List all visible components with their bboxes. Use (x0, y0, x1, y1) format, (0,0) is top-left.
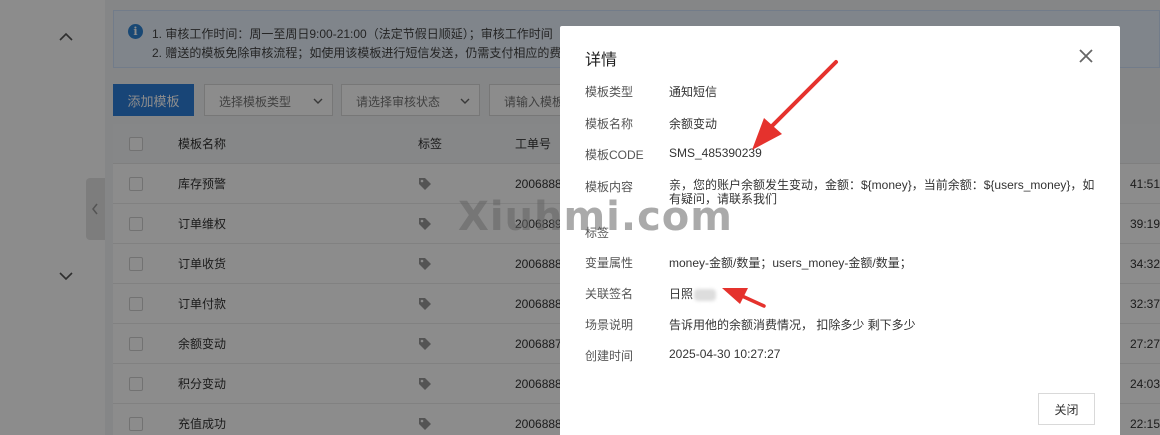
code-value: SMS_485390239 (669, 146, 762, 160)
content-value: 亲，您的账户余额发生变动，金额：${money}，当前余额：${users_mo… (669, 178, 1095, 206)
signature-text: 日照 (669, 287, 694, 301)
signature-value: 日照 (669, 285, 717, 302)
signature-label: 关联签名 (585, 287, 634, 301)
watermark: Xiuhmi.com (458, 194, 733, 240)
name-value: 余额变动 (669, 117, 718, 131)
type-label: 模板类型 (585, 85, 634, 99)
close-button[interactable]: 关闭 (1038, 393, 1095, 425)
created-label: 创建时间 (585, 349, 634, 363)
blurred-redaction (694, 288, 717, 301)
variables-value: money-金额/数量；users_money-金额/数量； (669, 256, 912, 270)
name-label: 模板名称 (585, 117, 634, 131)
variables-label: 变量属性 (585, 256, 634, 270)
dialog-title: 详情 (585, 52, 618, 69)
close-icon[interactable] (1077, 47, 1095, 65)
scene-label: 场景说明 (585, 318, 634, 332)
created-value: 2025-04-30 10:27:27 (669, 347, 781, 361)
code-label: 模板CODE (585, 148, 644, 162)
scene-value: 告诉用他的余额消费情况， 扣除多少 剩下多少 (669, 318, 916, 332)
content-label: 模板内容 (585, 180, 634, 194)
type-value: 通知短信 (669, 85, 718, 99)
